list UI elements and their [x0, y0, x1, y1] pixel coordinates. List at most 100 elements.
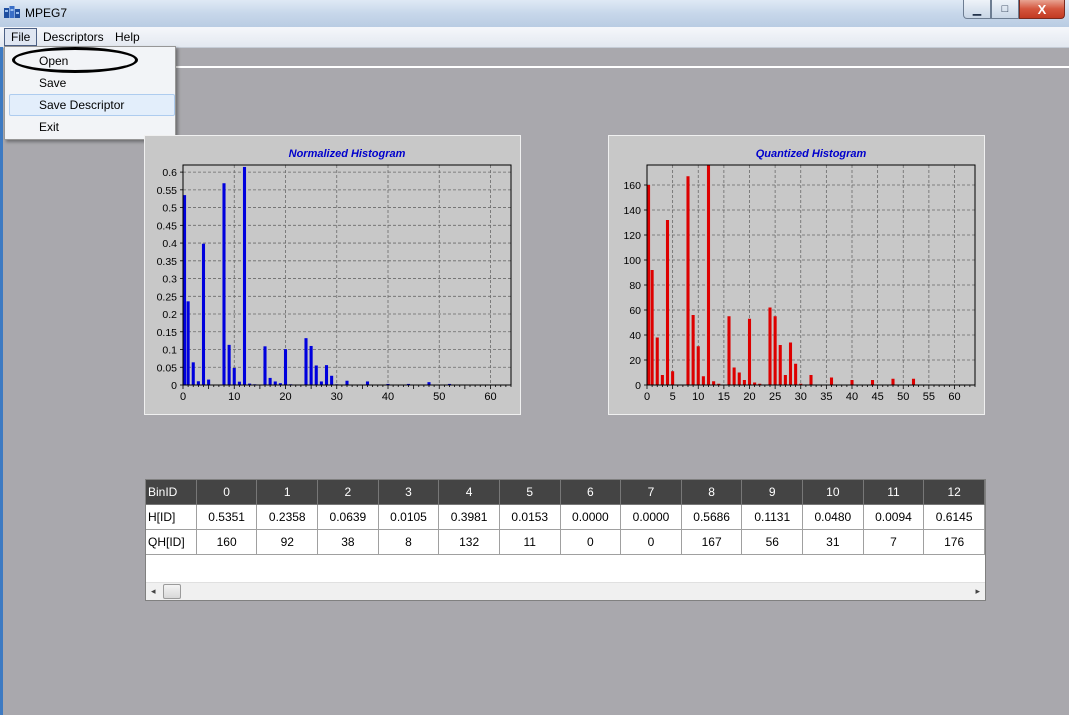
- scroll-right-icon[interactable]: ▸: [975, 586, 980, 597]
- plot-area: [183, 165, 511, 385]
- qh-value-cell[interactable]: 8: [378, 529, 440, 555]
- qh-value-cell[interactable]: 0: [620, 529, 682, 555]
- h-value-cell[interactable]: 0.3981: [438, 504, 500, 530]
- h-value-cell[interactable]: 0.0105: [378, 504, 440, 530]
- histogram-bar: [712, 381, 716, 385]
- maximize-button[interactable]: □: [991, 0, 1019, 19]
- histogram-bar: [365, 381, 370, 385]
- binid-row: BinID 0 1 2 3 4 5 6 7 8 9 10 11 12: [146, 480, 985, 505]
- histogram-bar: [242, 166, 247, 385]
- scroll-thumb[interactable]: [163, 584, 181, 599]
- menu-item-save-descriptor-label: Save Descriptor: [39, 98, 125, 112]
- qh-value-cell[interactable]: 92: [256, 529, 319, 555]
- app-icon: [4, 6, 20, 18]
- histogram-bar: [324, 365, 329, 385]
- binid-cell[interactable]: 0: [196, 480, 258, 505]
- x-tick-label: 50: [433, 391, 445, 403]
- binid-cell[interactable]: 10: [802, 480, 864, 505]
- histogram-bar: [773, 316, 777, 385]
- h-value-cell[interactable]: 0.0153: [499, 504, 561, 530]
- menu-descriptors[interactable]: Descriptors: [37, 29, 110, 45]
- chart-title: Normalized Histogram: [289, 148, 406, 160]
- histogram-bar: [696, 346, 700, 385]
- y-tick-label: 0.45: [157, 220, 178, 232]
- quantized-histogram-panel: Quantized Histogram 0 5 10 15 20 25 30 35 40 45 50 5…: [608, 135, 985, 415]
- horizontal-scrollbar[interactable]: ◂ ▸: [146, 582, 985, 600]
- menu-file[interactable]: File: [4, 28, 38, 46]
- h-value-cell[interactable]: 0.5686: [681, 504, 743, 530]
- h-value-cell[interactable]: 0.0639: [317, 504, 379, 530]
- h-value-cell[interactable]: 0.0480: [802, 504, 864, 530]
- histogram-bar: [191, 362, 195, 385]
- histogram-bar: [671, 371, 675, 385]
- binid-cell[interactable]: 4: [438, 480, 500, 505]
- histogram-bar: [737, 372, 741, 385]
- h-value-cell[interactable]: 0.6145: [923, 504, 985, 530]
- histogram-bar: [870, 380, 875, 385]
- y-tick-label: 0.2: [162, 309, 177, 321]
- menu-item-exit[interactable]: Exit: [39, 120, 59, 134]
- close-icon: X: [1037, 1, 1047, 17]
- histogram-bar: [655, 337, 659, 385]
- menu-item-save[interactable]: Save: [39, 76, 66, 90]
- histogram-bar: [263, 346, 267, 385]
- x-tick-label: 40: [382, 391, 394, 403]
- row-header-h: H[ID]: [146, 504, 197, 530]
- qh-value-cell[interactable]: 31: [802, 529, 864, 555]
- x-tick-label: 10: [692, 391, 704, 403]
- histogram-bar: [768, 307, 772, 385]
- minimize-button[interactable]: ▁: [963, 0, 991, 19]
- h-value-cell[interactable]: 0.0000: [620, 504, 682, 530]
- h-value-cell[interactable]: 0.0000: [560, 504, 622, 530]
- histogram-bar: [330, 375, 334, 385]
- binid-cell[interactable]: 8: [681, 480, 743, 505]
- binid-cell[interactable]: 7: [620, 480, 682, 505]
- y-tick-label: 0.5: [162, 203, 177, 215]
- x-tick-label: 45: [872, 391, 884, 403]
- row-header-binid: BinID: [146, 480, 197, 505]
- menu-item-save-descriptor[interactable]: Save Descriptor: [9, 94, 175, 116]
- h-value-cell[interactable]: 0.5351: [196, 504, 258, 530]
- histogram-bar: [691, 315, 695, 385]
- y-tick-label: 120: [623, 230, 641, 242]
- h-value-cell[interactable]: 0.1131: [741, 504, 804, 530]
- qh-value-cell[interactable]: 132: [438, 529, 500, 555]
- window-controls: ▁ □ X: [963, 0, 1065, 20]
- binid-cell[interactable]: 11: [863, 480, 925, 505]
- y-tick-label: 0.1: [162, 345, 177, 357]
- qh-value-cell[interactable]: 38: [317, 529, 379, 555]
- histogram-bar: [783, 375, 787, 385]
- y-tick-label: 0.35: [157, 256, 178, 268]
- h-value-cell[interactable]: 0.2358: [256, 504, 319, 530]
- x-tick-label: 30: [331, 391, 343, 403]
- qh-value-cell[interactable]: 7: [863, 529, 925, 555]
- histogram-bar: [222, 183, 226, 385]
- histogram-bar: [788, 342, 793, 385]
- histogram-bar: [742, 380, 746, 385]
- histogram-bar: [186, 301, 190, 385]
- qh-value-cell[interactable]: 167: [681, 529, 743, 555]
- close-button[interactable]: X: [1019, 0, 1065, 19]
- qh-value-cell[interactable]: 11: [499, 529, 561, 555]
- binid-cell[interactable]: 12: [923, 480, 985, 505]
- histogram-bar: [273, 381, 277, 385]
- histogram-bar: [227, 344, 231, 385]
- binid-cell[interactable]: 1: [256, 480, 319, 505]
- binid-cell[interactable]: 9: [741, 480, 804, 505]
- qh-value-cell[interactable]: 56: [741, 529, 804, 555]
- qh-value-cell[interactable]: 0: [560, 529, 622, 555]
- binid-cell[interactable]: 2: [317, 480, 379, 505]
- histogram-bar: [319, 381, 323, 385]
- binid-cell[interactable]: 5: [499, 480, 561, 505]
- y-tick-label: 160: [623, 180, 641, 192]
- x-tick-label: 40: [846, 391, 858, 403]
- menu-help[interactable]: Help: [109, 29, 146, 45]
- h-value-cell[interactable]: 0.0094: [863, 504, 925, 530]
- qh-value-cell[interactable]: 160: [196, 529, 258, 555]
- binid-cell[interactable]: 3: [378, 480, 440, 505]
- scroll-left-icon[interactable]: ◂: [151, 586, 156, 597]
- y-tick-label: 80: [629, 280, 641, 292]
- histogram-data-grid[interactable]: BinID 0 1 2 3 4 5 6 7 8 9 10 11 12 H[ID] 0.5351 0.235…: [145, 479, 986, 601]
- binid-cell[interactable]: 6: [560, 480, 622, 505]
- qh-value-cell[interactable]: 176: [923, 529, 985, 555]
